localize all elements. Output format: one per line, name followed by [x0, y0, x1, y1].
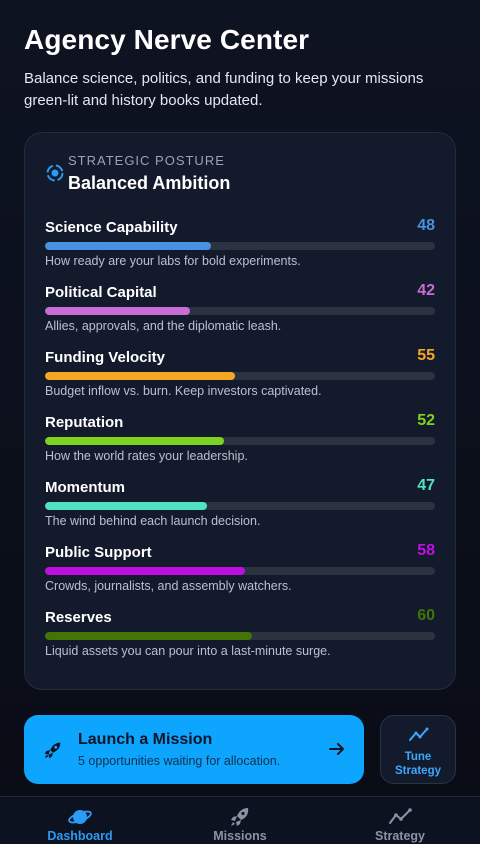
metric-value: 60 [417, 607, 435, 624]
metric-name: Reputation [45, 414, 124, 431]
orbit-icon [46, 164, 64, 182]
metric-progress-fill [45, 437, 224, 445]
metric-description: The wind behind each launch decision. [45, 514, 261, 528]
header: Agency Nerve Center Balance science, pol… [24, 24, 456, 112]
tune-strategy-button[interactable]: Tune Strategy [380, 715, 456, 784]
card-header: STRATEGIC POSTURE Balanced Ambition [45, 153, 230, 194]
metric-name: Reserves [45, 609, 112, 626]
strategic-posture-card: STRATEGIC POSTURE Balanced Ambition Scie… [24, 132, 456, 690]
tab-dashboard[interactable]: Dashboard [0, 797, 160, 844]
metric-progress-track [45, 372, 435, 380]
app-screen: Agency Nerve Center Balance science, pol… [0, 0, 480, 844]
planet-icon [68, 810, 92, 824]
rocket-icon [231, 808, 249, 826]
metric-progress-fill [45, 567, 245, 575]
metric-value: 58 [417, 542, 435, 559]
metric-value: 48 [417, 217, 435, 234]
metric-progress-track [45, 567, 435, 575]
metric-name: Public Support [45, 544, 152, 561]
metric-progress-fill [45, 632, 252, 640]
metric-value: 47 [417, 477, 435, 494]
metric-value: 55 [417, 347, 435, 364]
tab-dashboard-label: Dashboard [47, 829, 113, 843]
trend-line-icon [389, 808, 412, 824]
metric-description: How the world rates your leadership. [45, 449, 248, 463]
metric-progress-fill [45, 372, 235, 380]
launch-subtitle: 5 opportunities waiting for allocation. [78, 754, 281, 768]
metric-row: Political Capital 42 Allies, approvals, an… [45, 278, 435, 336]
bottom-tab-bar: Dashboard Missions Strategy [0, 796, 480, 844]
metric-progress-track [45, 437, 435, 445]
tab-strategy-label: Strategy [374, 829, 426, 843]
metric-description: Liquid assets you can pour into a last-m… [45, 644, 331, 658]
arrow-right-icon [329, 743, 344, 755]
metric-row: Reserves 60 Liquid assets you can pour int… [45, 603, 435, 661]
page-title: Agency Nerve Center [24, 24, 310, 55]
metric-row: Reputation 52 How the world rates your lea… [45, 408, 435, 466]
metric-value: 42 [417, 282, 435, 299]
page-subtitle: Balance science, politics, and funding t… [24, 70, 424, 109]
card-title: Balanced Ambition [68, 173, 231, 193]
tune-strategy-label: Tune Strategy [394, 751, 442, 777]
metric-progress-track [45, 307, 435, 315]
tab-missions[interactable]: Missions [160, 797, 320, 844]
tab-strategy[interactable]: Strategy [320, 797, 480, 844]
metric-value: 52 [417, 412, 435, 429]
trend-line-icon [409, 727, 429, 741]
metric-description: How ready are your labs for bold experim… [45, 254, 301, 268]
metric-name: Momentum [45, 479, 125, 496]
metric-progress-track [45, 242, 435, 250]
metric-row: Momentum 47 The wind behind each launch de… [45, 473, 435, 531]
metric-description: Crowds, journalists, and assembly watche… [45, 579, 292, 593]
metric-progress-fill [45, 307, 190, 315]
metric-row: Public Support 58 Crowds, journalists, and… [45, 538, 435, 596]
metric-progress-fill [45, 242, 211, 250]
metric-row: Science Capability 48 How ready are your l… [45, 213, 435, 271]
rocket-icon [44, 742, 61, 759]
launch-title: Launch a Mission [78, 731, 213, 748]
metric-name: Funding Velocity [45, 349, 166, 366]
metric-name: Science Capability [45, 219, 178, 236]
metric-progress-track [45, 632, 435, 640]
launch-mission-button[interactable]: Launch a Mission 5 opportunities waiting… [24, 715, 364, 784]
metric-name: Political Capital [45, 284, 157, 301]
metric-progress-track [45, 502, 435, 510]
metric-description: Budget inflow vs. burn. Keep investors c… [45, 384, 322, 398]
metric-description: Allies, approvals, and the diplomatic le… [45, 319, 282, 333]
card-kicker: STRATEGIC POSTURE [68, 153, 225, 168]
metric-progress-fill [45, 502, 207, 510]
metric-row: Funding Velocity 55 Budget inflow vs. burn… [45, 343, 435, 401]
tab-missions-label: Missions [213, 829, 267, 843]
